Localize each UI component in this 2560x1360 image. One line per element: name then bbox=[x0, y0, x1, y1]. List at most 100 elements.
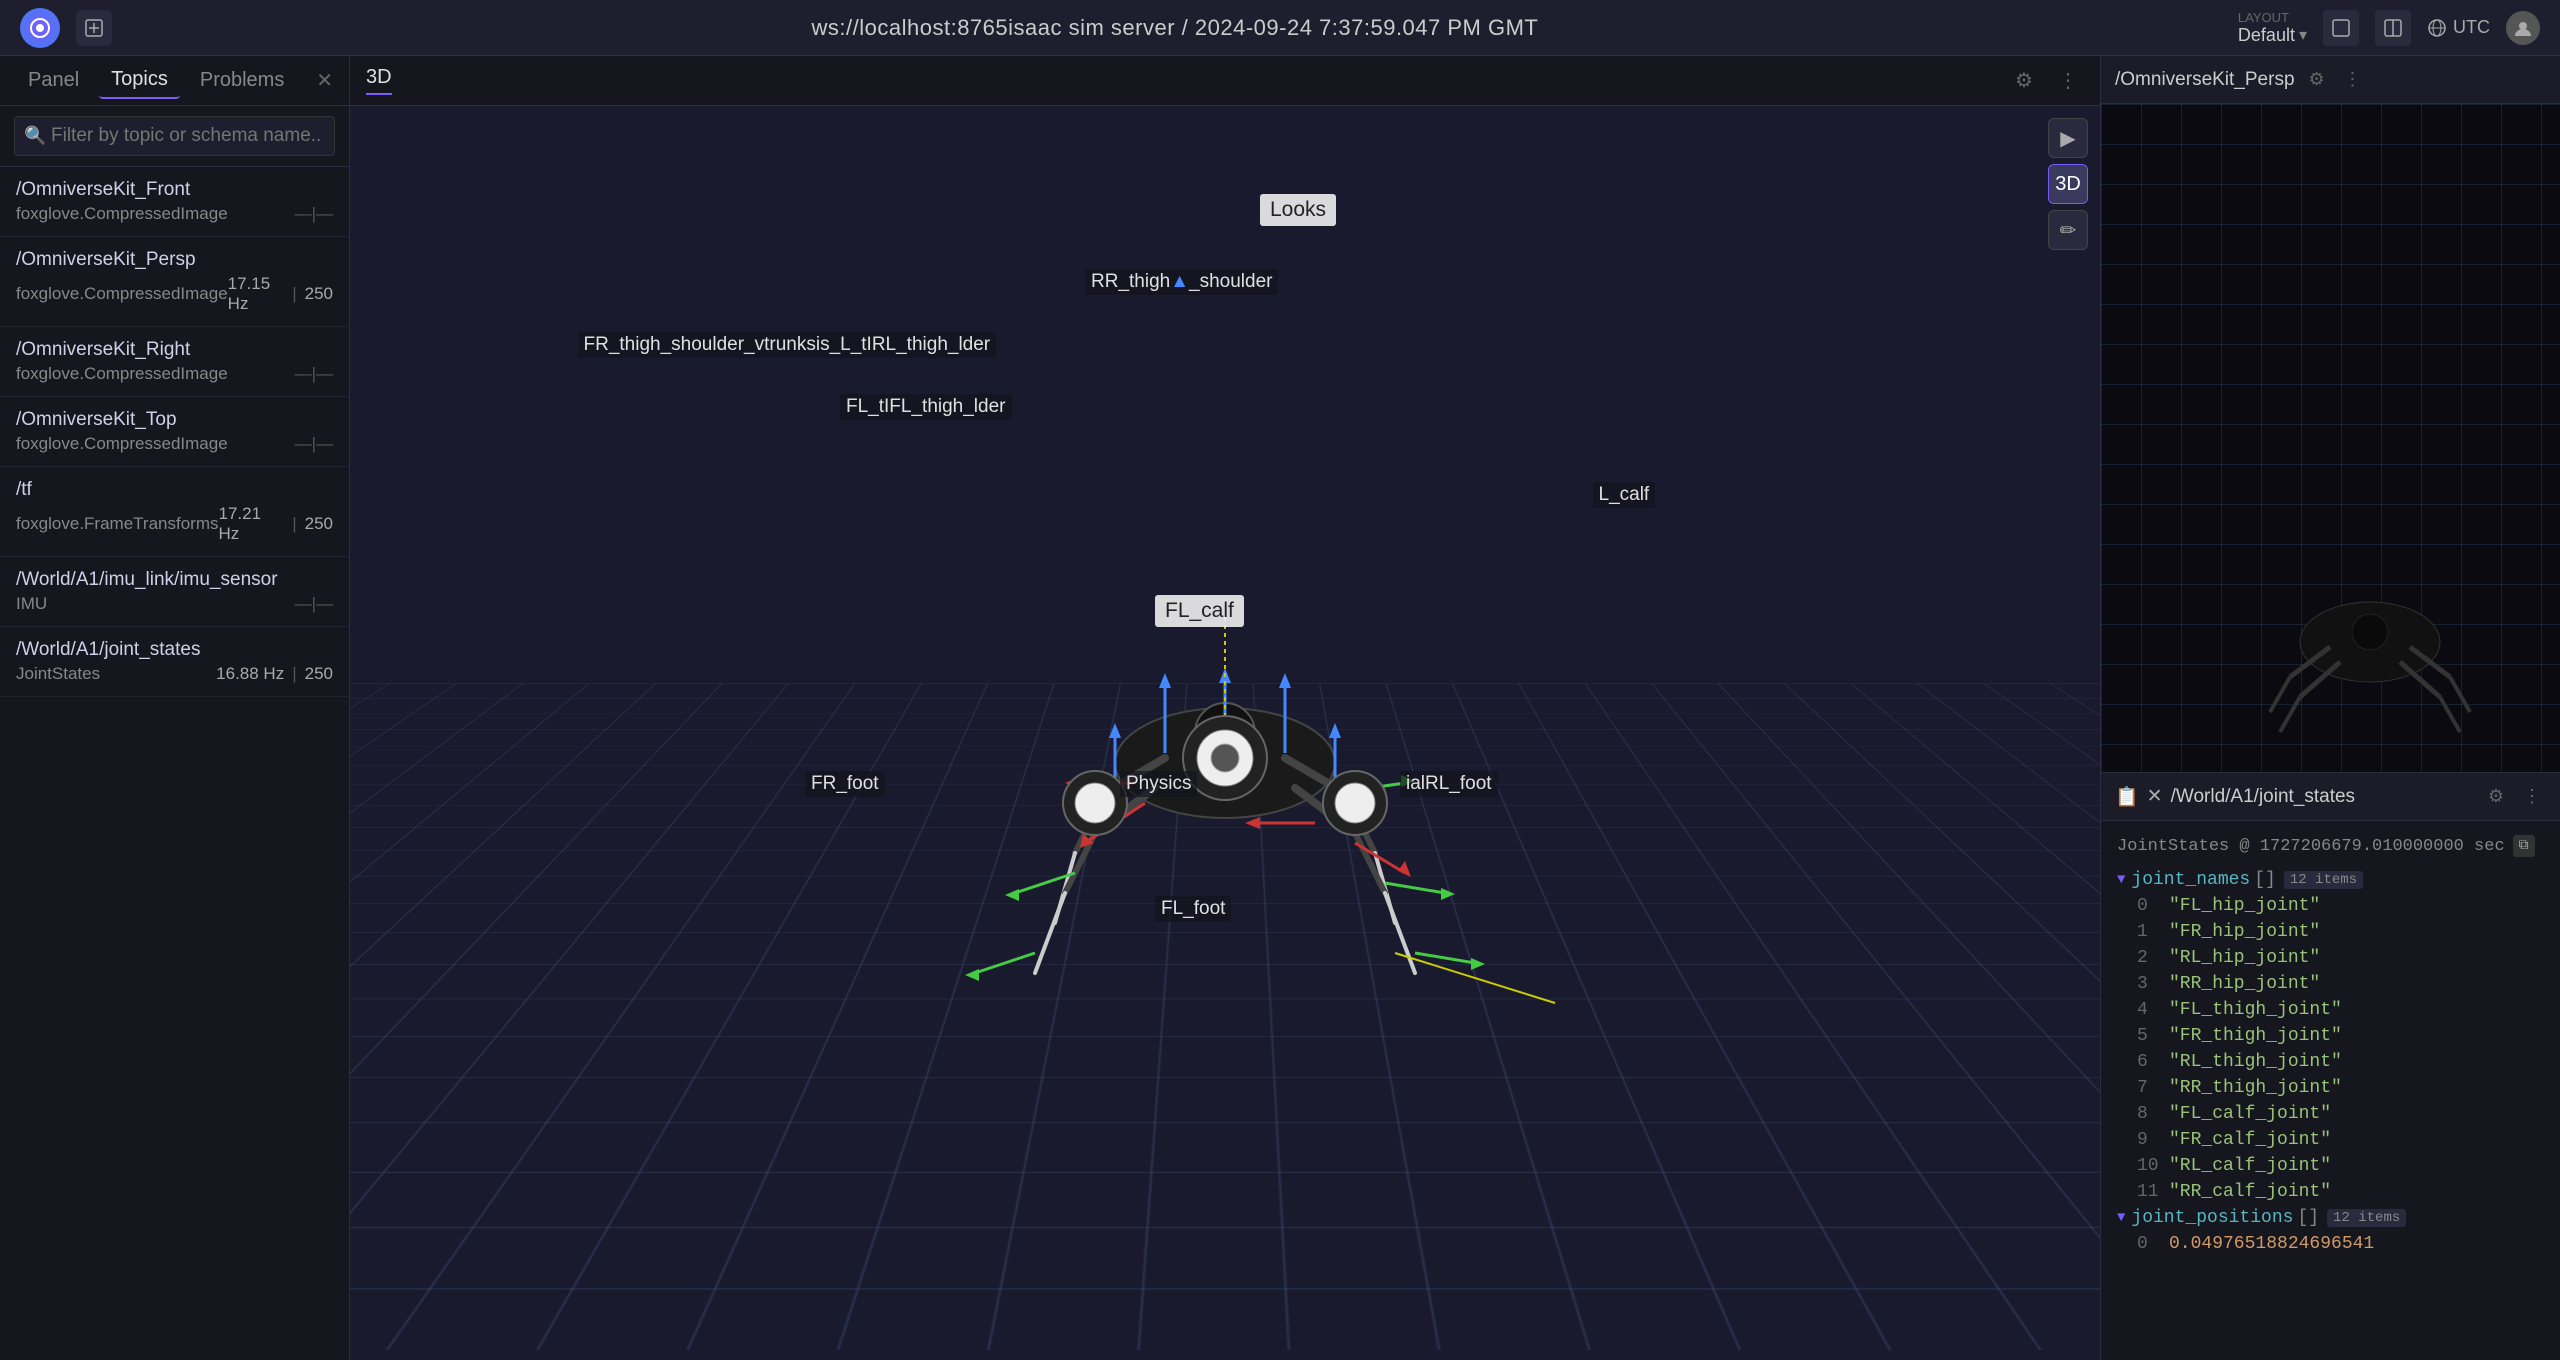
camera-more-button[interactable]: ⋮ bbox=[2339, 66, 2367, 94]
edit-button[interactable]: ✏ bbox=[2048, 210, 2088, 250]
robot-scene bbox=[350, 106, 2100, 1360]
topic-hz: 17.15 Hz|250 bbox=[228, 274, 333, 314]
tab-topics[interactable]: Topics bbox=[99, 62, 180, 99]
center-panel: 3D ⚙ ⋮ bbox=[350, 56, 2100, 1360]
camera-preview bbox=[2101, 104, 2560, 772]
camera-settings-button[interactable]: ⚙ bbox=[2303, 66, 2331, 94]
topic-item[interactable]: /OmniverseKit_Front foxglove.CompressedI… bbox=[0, 167, 349, 237]
joint-name-item: 0"FL_hip_joint" bbox=[2101, 893, 2560, 919]
joint-name-item: 2"RL_hip_joint" bbox=[2101, 945, 2560, 971]
layout-selector[interactable]: LAYOUT Default ▾ bbox=[2238, 10, 2307, 46]
topic-item[interactable]: /OmniverseKit_Persp foxglove.CompressedI… bbox=[0, 237, 349, 327]
joint-positions-badge: 12 items bbox=[2327, 1209, 2406, 1227]
viewport-3d[interactable]: Looks RR_thigh▲_shoulder FR_thigh_should… bbox=[350, 106, 2100, 1360]
joint-names-list: 0"FL_hip_joint"1"FR_hip_joint"2"RL_hip_j… bbox=[2101, 893, 2560, 1205]
topic-type: JointStates bbox=[16, 664, 100, 684]
connection-title: ws://localhost:8765isaac sim server / 20… bbox=[128, 15, 2222, 41]
tab-3d[interactable]: 3D bbox=[366, 66, 392, 95]
topic-hz-empty: —|— bbox=[295, 204, 333, 224]
topic-type: foxglove.CompressedImage bbox=[16, 364, 228, 384]
json-copy-icon[interactable]: 📋 bbox=[2115, 785, 2139, 809]
utc-label: UTC bbox=[2453, 17, 2490, 38]
topic-item[interactable]: /World/A1/imu_link/imu_sensor IMU —|— bbox=[0, 557, 349, 627]
topic-name: /World/A1/joint_states bbox=[16, 639, 333, 661]
topic-name: /OmniverseKit_Right bbox=[16, 339, 333, 361]
tab-problems[interactable]: Problems bbox=[188, 63, 296, 98]
topic-name: /OmniverseKit_Top bbox=[16, 409, 333, 431]
settings-icon[interactable]: ⚙ bbox=[2008, 65, 2040, 97]
json-timestamp: JointStates @ 1727206679.010000000 sec ⧉ bbox=[2101, 829, 2560, 867]
utc-button[interactable]: UTC bbox=[2427, 17, 2490, 38]
joint-names-key: joint_names bbox=[2131, 870, 2250, 890]
new-panel-button[interactable] bbox=[76, 10, 112, 46]
topic-name: /World/A1/imu_link/imu_sensor bbox=[16, 569, 333, 591]
json-settings-button[interactable]: ⚙ bbox=[2482, 783, 2510, 811]
topic-type: IMU bbox=[16, 594, 47, 614]
topic-search-input[interactable] bbox=[14, 116, 335, 156]
chevron-down-icon: ▾ bbox=[2299, 25, 2307, 45]
3d-mode-button[interactable]: 3D bbox=[2048, 164, 2088, 204]
topic-item[interactable]: /OmniverseKit_Right foxglove.CompressedI… bbox=[0, 327, 349, 397]
expand-joint-positions-icon[interactable]: ▼ bbox=[2117, 1210, 2125, 1226]
topic-name: /tf bbox=[16, 479, 333, 501]
layout-split-button[interactable] bbox=[2375, 10, 2411, 46]
topic-name: /OmniverseKit_Front bbox=[16, 179, 333, 201]
topic-item[interactable]: /World/A1/joint_states JointStates 16.88… bbox=[0, 627, 349, 697]
left-panel: Panel Topics Problems ✕ 🔍 /OmniverseKit_… bbox=[0, 56, 350, 1360]
topic-item[interactable]: /OmniverseKit_Top foxglove.CompressedIma… bbox=[0, 397, 349, 467]
joint-name-item: 3"RR_hip_joint" bbox=[2101, 971, 2560, 997]
topic-hz-empty: —|— bbox=[295, 364, 333, 384]
json-tree: JointStates @ 1727206679.010000000 sec ⧉… bbox=[2101, 821, 2560, 1360]
topic-item[interactable]: /tf foxglove.FrameTransforms 17.21 Hz|25… bbox=[0, 467, 349, 557]
camera-preview-panel: /OmniverseKit_Persp ⚙ ⋮ bbox=[2101, 56, 2560, 773]
layout-label: LAYOUT bbox=[2238, 10, 2289, 25]
joint-name-item: 1"FR_hip_joint" bbox=[2101, 919, 2560, 945]
joint-positions-row[interactable]: ▼ joint_positions [] 12 items bbox=[2101, 1205, 2560, 1231]
topbar-right: LAYOUT Default ▾ UTC bbox=[2238, 10, 2540, 46]
topic-hz: 16.88 Hz|250 bbox=[216, 664, 333, 684]
panel-close-button[interactable]: ✕ bbox=[316, 68, 333, 93]
topic-type: foxglove.CompressedImage bbox=[16, 284, 228, 304]
joint-name-item: 8"FL_calf_joint" bbox=[2101, 1101, 2560, 1127]
layout-dropdown[interactable]: Default ▾ bbox=[2238, 25, 2307, 46]
json-panel-title: /World/A1/joint_states bbox=[2171, 786, 2474, 808]
json-header: 📋 ✕ /World/A1/joint_states ⚙ ⋮ bbox=[2101, 773, 2560, 821]
joint-positions-key: joint_positions bbox=[2131, 1208, 2293, 1228]
user-avatar[interactable] bbox=[2506, 11, 2540, 45]
json-more-button[interactable]: ⋮ bbox=[2518, 783, 2546, 811]
joint-name-item: 9"FR_calf_joint" bbox=[2101, 1127, 2560, 1153]
app-logo[interactable] bbox=[20, 8, 60, 48]
search-icon: 🔍 bbox=[24, 126, 46, 147]
main-layout: Panel Topics Problems ✕ 🔍 /OmniverseKit_… bbox=[0, 56, 2560, 1360]
joint-names-row[interactable]: ▼ joint_names [] 12 items bbox=[2101, 867, 2560, 893]
more-options-icon[interactable]: ⋮ bbox=[2052, 65, 2084, 97]
expand-joint-names-icon[interactable]: ▼ bbox=[2117, 872, 2125, 888]
joint-name-item: 5"FR_thigh_joint" bbox=[2101, 1023, 2560, 1049]
joint-name-item: 10"RL_calf_joint" bbox=[2101, 1153, 2560, 1179]
camera-header-title: /OmniverseKit_Persp bbox=[2115, 69, 2295, 91]
topic-list: /OmniverseKit_Front foxglove.CompressedI… bbox=[0, 167, 349, 1360]
joint-positions-list: 00.04976518824696541 bbox=[2101, 1231, 2560, 1257]
viewport-toolbar: ▶ 3D ✏ bbox=[2048, 118, 2088, 250]
joint-position-item: 00.04976518824696541 bbox=[2101, 1231, 2560, 1257]
copy-timestamp-button[interactable]: ⧉ bbox=[2513, 835, 2535, 857]
camera-robot-svg bbox=[2200, 512, 2540, 752]
joint-name-item: 7"RR_thigh_joint" bbox=[2101, 1075, 2560, 1101]
topbar: ws://localhost:8765isaac sim server / 20… bbox=[0, 0, 2560, 56]
layout-single-button[interactable] bbox=[2323, 10, 2359, 46]
topic-type: foxglove.CompressedImage bbox=[16, 434, 228, 454]
topic-search-area: 🔍 bbox=[0, 106, 349, 167]
tab-panel[interactable]: Panel bbox=[16, 63, 91, 98]
joint-name-item: 6"RL_thigh_joint" bbox=[2101, 1049, 2560, 1075]
right-panel: /OmniverseKit_Persp ⚙ ⋮ bbox=[2100, 56, 2560, 1360]
topic-hz-empty: —|— bbox=[295, 434, 333, 454]
topic-type: foxglove.FrameTransforms bbox=[16, 514, 218, 534]
panel-tabs: Panel Topics Problems ✕ bbox=[0, 56, 349, 106]
topic-type: foxglove.CompressedImage bbox=[16, 204, 228, 224]
json-panel-section: 📋 ✕ /World/A1/joint_states ⚙ ⋮ JointStat… bbox=[2101, 773, 2560, 1360]
camera-header: /OmniverseKit_Persp ⚙ ⋮ bbox=[2101, 56, 2560, 104]
play-button[interactable]: ▶ bbox=[2048, 118, 2088, 158]
joint-names-badge: 12 items bbox=[2284, 871, 2363, 889]
json-close-button[interactable]: ✕ bbox=[2147, 785, 2163, 808]
layout-value: Default bbox=[2238, 25, 2295, 46]
